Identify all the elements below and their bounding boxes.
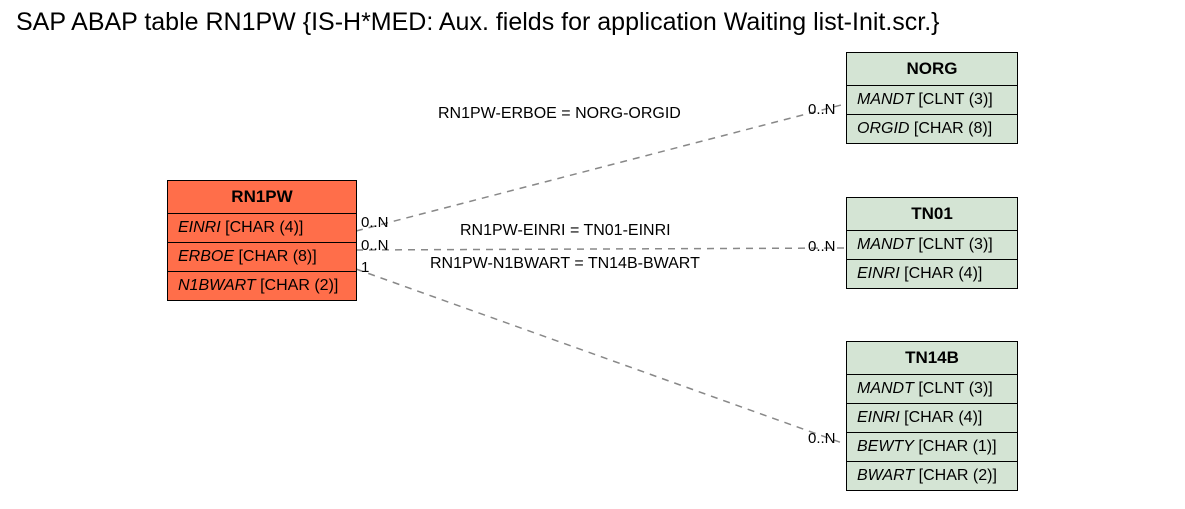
field-type: [CHAR (2)]	[260, 277, 338, 294]
field-type: [CLNT (3)]	[918, 236, 992, 253]
entity-norg-field-1: ORGID [CHAR (8)]	[847, 115, 1017, 143]
field-type: [CHAR (4)]	[904, 409, 982, 426]
field-type: [CHAR (4)]	[225, 219, 303, 236]
field-type: [CHAR (1)]	[918, 438, 996, 455]
field-type: [CLNT (3)]	[918, 91, 992, 108]
card-left-3: 1	[361, 259, 369, 276]
entity-norg: NORG MANDT [CLNT (3)] ORGID [CHAR (8)]	[846, 52, 1018, 144]
relation-label-1: RN1PW-ERBOE = NORG-ORGID	[438, 105, 681, 123]
field-type: [CHAR (4)]	[904, 265, 982, 282]
relation-label-2: RN1PW-EINRI = TN01-EINRI	[460, 222, 671, 240]
field-name: EINRI	[178, 219, 221, 236]
card-left-2: 0..N	[361, 237, 389, 254]
field-name: EINRI	[857, 409, 900, 426]
entity-tn14b-field-3: BWART [CHAR (2)]	[847, 462, 1017, 490]
entity-tn01-header: TN01	[847, 198, 1017, 231]
field-name: ERBOE	[178, 248, 234, 265]
entity-rn1pw-header: RN1PW	[168, 181, 356, 214]
field-name: N1BWART	[178, 277, 256, 294]
card-right-1: 0..N	[808, 101, 836, 118]
field-name: MANDT	[857, 236, 914, 253]
field-name: MANDT	[857, 91, 914, 108]
field-type: [CHAR (8)]	[914, 120, 992, 137]
field-type: [CHAR (2)]	[919, 467, 997, 484]
entity-tn14b-field-1: EINRI [CHAR (4)]	[847, 404, 1017, 433]
entity-tn14b-header: TN14B	[847, 342, 1017, 375]
entity-tn01-field-0: MANDT [CLNT (3)]	[847, 231, 1017, 260]
entity-tn14b-field-0: MANDT [CLNT (3)]	[847, 375, 1017, 404]
field-name: BEWTY	[857, 438, 914, 455]
page-title: SAP ABAP table RN1PW {IS-H*MED: Aux. fie…	[16, 8, 940, 37]
field-type: [CHAR (8)]	[238, 248, 316, 265]
field-name: MANDT	[857, 380, 914, 397]
card-right-2: 0..N	[808, 238, 836, 255]
field-type: [CLNT (3)]	[918, 380, 992, 397]
entity-rn1pw-field-0: EINRI [CHAR (4)]	[168, 214, 356, 243]
relation-label-3: RN1PW-N1BWART = TN14B-BWART	[430, 255, 700, 273]
field-name: BWART	[857, 467, 914, 484]
entity-rn1pw-field-1: ERBOE [CHAR (8)]	[168, 243, 356, 272]
card-left-1: 0..N	[361, 214, 389, 231]
entity-norg-header: NORG	[847, 53, 1017, 86]
entity-tn01: TN01 MANDT [CLNT (3)] EINRI [CHAR (4)]	[846, 197, 1018, 289]
field-name: EINRI	[857, 265, 900, 282]
entity-norg-field-0: MANDT [CLNT (3)]	[847, 86, 1017, 115]
card-right-3: 0..N	[808, 430, 836, 447]
entity-rn1pw: RN1PW EINRI [CHAR (4)] ERBOE [CHAR (8)] …	[167, 180, 357, 301]
entity-tn14b: TN14B MANDT [CLNT (3)] EINRI [CHAR (4)] …	[846, 341, 1018, 491]
field-name: ORGID	[857, 120, 909, 137]
entity-tn14b-field-2: BEWTY [CHAR (1)]	[847, 433, 1017, 462]
entity-rn1pw-field-2: N1BWART [CHAR (2)]	[168, 272, 356, 300]
entity-tn01-field-1: EINRI [CHAR (4)]	[847, 260, 1017, 288]
